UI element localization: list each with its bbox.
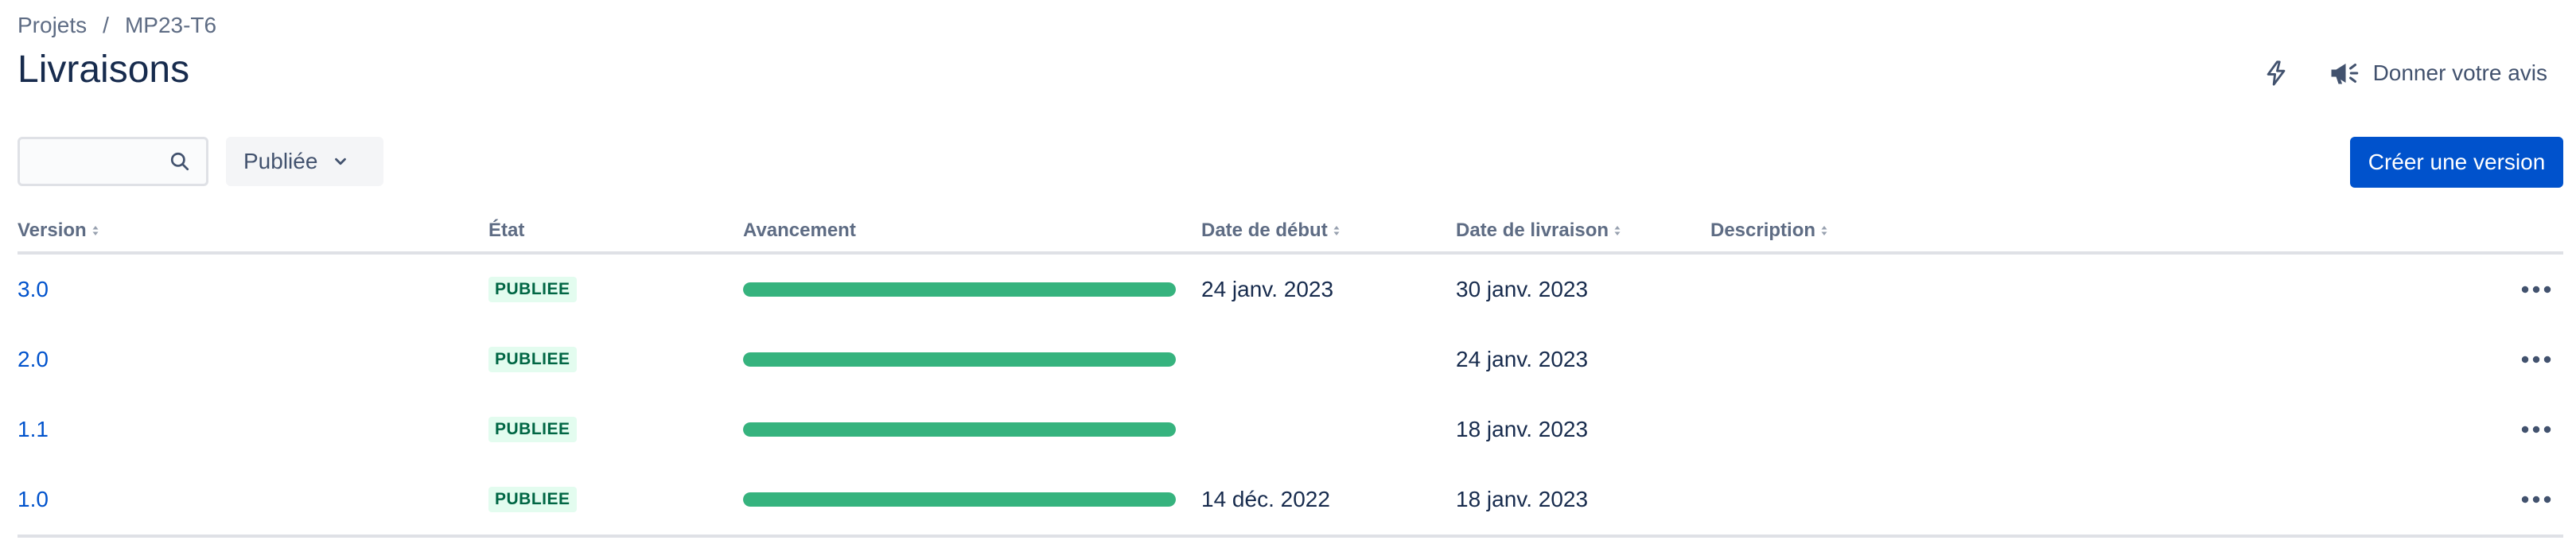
progress-bar[interactable] — [743, 422, 1176, 437]
version-link[interactable]: 1.1 — [18, 417, 49, 442]
state-cell: PUBLIEE — [488, 465, 577, 535]
give-feedback-label: Donner votre avis — [2372, 60, 2547, 85]
release-date-cell: 24 janv. 2023 — [1456, 347, 1589, 371]
progress-bar[interactable] — [743, 352, 1176, 367]
table-row: 3.0 PUBLIEE 24 janv. 2023 30 janv. 2023 — [18, 255, 2563, 325]
header-actions: Donner votre avis — [2254, 51, 2547, 95]
more-icon — [2521, 356, 2551, 363]
column-header-description[interactable]: Description — [1710, 220, 1828, 242]
lightning-icon — [2267, 60, 2285, 86]
progress-cell — [743, 395, 1176, 465]
status-filter-dropdown[interactable]: Publiée — [226, 137, 383, 186]
table-row: 2.0 PUBLIEE 24 janv. 2023 — [18, 325, 2563, 395]
version-link[interactable]: 3.0 — [18, 277, 49, 302]
breadcrumb-projects-link[interactable]: Projets — [18, 13, 87, 38]
releases-page: Projets / MP23-T6 Livraisons Donner votr… — [0, 0, 2576, 552]
page-title: Livraisons — [18, 49, 190, 91]
progress-cell — [743, 325, 1176, 395]
more-icon — [2521, 496, 2551, 503]
state-cell: PUBLIEE — [488, 395, 577, 465]
version-cell: 2.0 — [18, 325, 49, 395]
more-actions-button[interactable] — [2516, 480, 2557, 519]
progress-bar-fill — [743, 422, 1176, 437]
give-feedback-button[interactable]: Donner votre avis — [2327, 59, 2547, 87]
progress-bar-fill — [743, 282, 1176, 297]
state-cell: PUBLIEE — [488, 325, 577, 395]
table-header: Version État Avancement Date de début Da… — [18, 213, 2563, 255]
search-icon — [170, 152, 189, 171]
column-header-release-date[interactable]: Date de livraison — [1456, 220, 1621, 242]
version-link[interactable]: 2.0 — [18, 347, 49, 372]
release-date-cell: 18 janv. 2023 — [1456, 417, 1589, 441]
column-header-label: Avancement — [743, 220, 856, 241]
status-badge: PUBLIEE — [488, 417, 577, 442]
column-header-state: État — [488, 220, 524, 242]
start-date-cell: 14 déc. 2022 — [1201, 487, 1330, 511]
progress-bar[interactable] — [743, 492, 1176, 507]
status-filter-value: Publiée — [243, 149, 318, 173]
sort-icon — [1333, 224, 1341, 237]
column-header-label: Date de début — [1201, 220, 1328, 241]
breadcrumb-project-link[interactable]: MP23-T6 — [125, 13, 216, 38]
column-header-label: État — [488, 220, 525, 241]
more-actions-button[interactable] — [2516, 410, 2557, 449]
release-date-cell: 30 janv. 2023 — [1456, 277, 1589, 301]
progress-bar-fill — [743, 352, 1176, 367]
table-row: 1.1 PUBLIEE 18 janv. 2023 — [18, 395, 2563, 465]
column-header-label: Version — [18, 220, 87, 241]
start-date-cell: 24 janv. 2023 — [1201, 277, 1334, 301]
status-badge: PUBLIEE — [488, 347, 577, 372]
megaphone-icon — [2327, 59, 2362, 87]
column-header-label: Description — [1710, 220, 1816, 241]
status-badge: PUBLIEE — [488, 277, 577, 302]
column-header-label: Date de livraison — [1456, 220, 1609, 241]
version-cell: 3.0 — [18, 255, 49, 325]
release-date-cell: 18 janv. 2023 — [1456, 487, 1589, 511]
breadcrumb: Projets / MP23-T6 — [18, 13, 216, 38]
more-actions-button[interactable] — [2516, 270, 2557, 309]
sort-icon — [1820, 224, 1828, 237]
sort-icon — [1613, 224, 1621, 237]
breadcrumb-separator: / — [103, 13, 109, 37]
more-icon — [2521, 286, 2551, 293]
column-header-progress: Avancement — [743, 220, 856, 242]
search-input[interactable] — [26, 142, 161, 181]
progress-bar[interactable] — [743, 282, 1176, 297]
automation-button[interactable] — [2254, 51, 2298, 95]
version-cell: 1.0 — [18, 465, 49, 535]
sort-icon — [91, 224, 99, 237]
column-header-start-date[interactable]: Date de début — [1201, 220, 1341, 242]
chevron-down-icon — [332, 153, 349, 170]
create-version-button[interactable]: Créer une version — [2350, 137, 2563, 188]
more-actions-button[interactable] — [2516, 340, 2557, 379]
version-cell: 1.1 — [18, 395, 49, 465]
table-bottom-border — [18, 535, 2563, 538]
version-link[interactable]: 1.0 — [18, 487, 49, 512]
progress-cell — [743, 465, 1176, 535]
status-badge: PUBLIEE — [488, 487, 577, 512]
state-cell: PUBLIEE — [488, 255, 577, 325]
progress-cell — [743, 255, 1176, 325]
column-header-version[interactable]: Version — [18, 220, 99, 242]
progress-bar-fill — [743, 492, 1176, 507]
more-icon — [2521, 426, 2551, 433]
table-row: 1.0 PUBLIEE 14 déc. 2022 18 janv. 2023 — [18, 465, 2563, 535]
toolbar: Publiée — [18, 137, 383, 186]
search-field[interactable] — [18, 137, 208, 186]
versions-table: Version État Avancement Date de début Da… — [18, 213, 2563, 538]
